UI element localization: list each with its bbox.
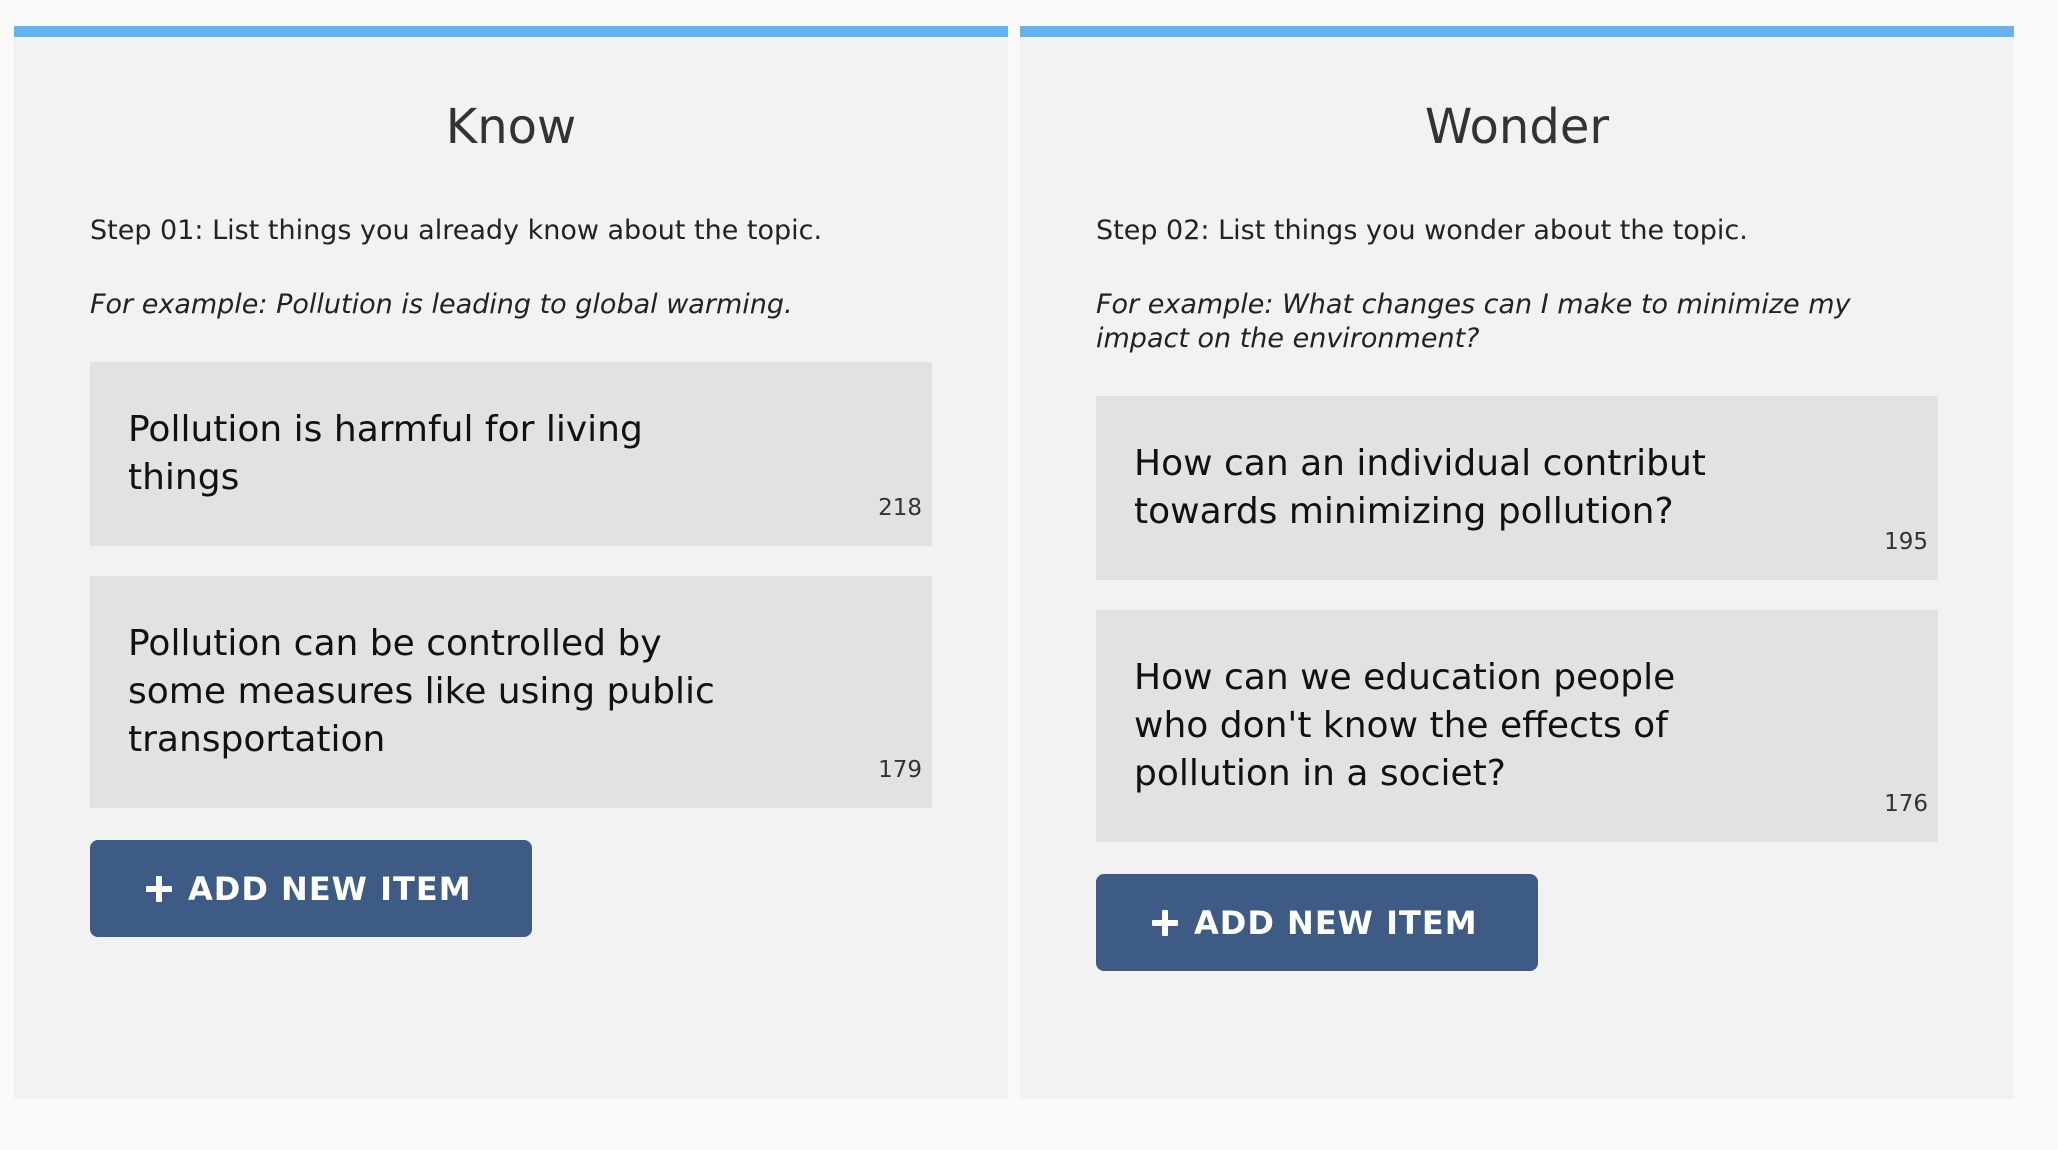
list-item[interactable]: Pollution is harmful for living things 2… [90,362,932,547]
item-list: How can an individual contribut towards … [1096,396,1938,843]
item-text[interactable]: How can we education people who don't kn… [1134,654,1738,798]
list-item[interactable]: How can we education people who don't kn… [1096,610,1938,843]
add-new-item-button[interactable]: ADD NEW ITEM [90,840,532,938]
character-count: 218 [878,495,922,522]
character-count: 176 [1884,791,1928,818]
character-count: 195 [1884,529,1928,556]
panel-content: Step 01: List things you already know ab… [90,213,932,938]
item-text[interactable]: How can an individual contribut towards … [1134,440,1738,536]
example-text: For example: What changes can I make to … [1096,289,1851,355]
panel-content: Step 02: List things you wonder about th… [1096,213,1938,972]
know-panel: Know Step 01: List things you already kn… [14,26,1008,1099]
panel-title: Know [445,99,577,155]
step-instruction: Step 01: List things you already know ab… [90,215,823,246]
add-new-item-button[interactable]: ADD NEW ITEM [1096,874,1538,972]
plus-icon [146,875,172,902]
list-item[interactable]: How can an individual contribut towards … [1096,396,1938,581]
wonder-panel: Wonder Step 02: List things you wonder a… [1020,26,2014,1099]
example-text: For example: Pollution is leading to glo… [90,289,793,321]
list-item[interactable]: Pollution can be controlled by some meas… [90,576,932,809]
item-list: Pollution is harmful for living things 2… [90,362,932,809]
item-text[interactable]: Pollution is harmful for living things [128,406,732,502]
panel-title: Wonder [1424,99,1610,155]
add-new-item-label: ADD NEW ITEM [1194,903,1478,942]
character-count: 179 [878,757,922,784]
add-new-item-label: ADD NEW ITEM [188,869,472,908]
step-instruction: Step 02: List things you wonder about th… [1096,215,1748,246]
item-text[interactable]: Pollution can be controlled by some meas… [128,620,732,764]
plus-icon [1152,909,1178,936]
